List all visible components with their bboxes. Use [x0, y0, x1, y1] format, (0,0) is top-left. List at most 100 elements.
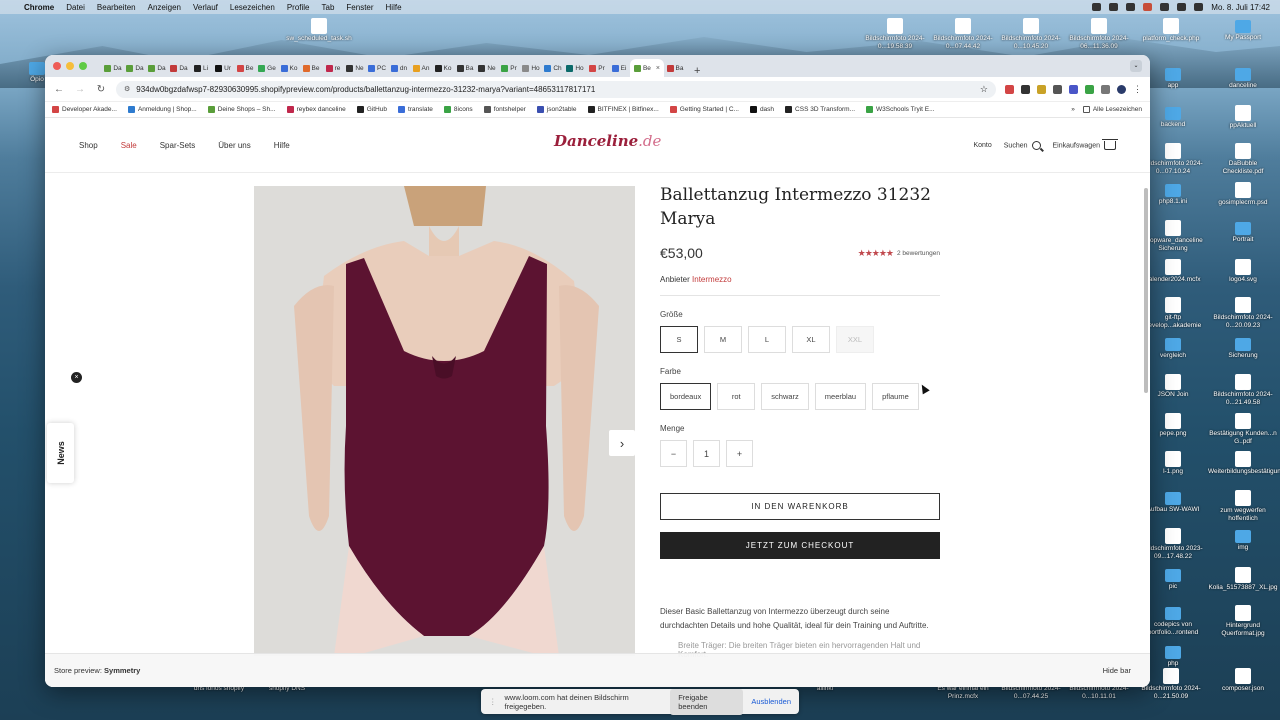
color-option-schwarz[interactable]: schwarz — [761, 383, 809, 410]
bookmark-item[interactable]: reybex danceline — [286, 106, 346, 113]
browser-tab[interactable]: Ne — [476, 59, 498, 77]
hide-bar-button[interactable]: Hide bar — [1103, 666, 1141, 675]
browser-tab[interactable]: Da — [168, 59, 190, 77]
plus-icon[interactable]: + — [726, 440, 753, 467]
desktop-icon[interactable]: img — [1208, 528, 1278, 552]
account-link[interactable]: Konto — [973, 142, 991, 149]
desktop-icon[interactable]: Sicherung — [1208, 336, 1278, 360]
browser-tab[interactable]: Be — [300, 59, 322, 77]
extension-icon[interactable] — [1021, 84, 1030, 94]
quantity-input[interactable]: 1 — [693, 440, 720, 467]
vendor-link[interactable]: Intermezzo — [692, 275, 732, 284]
desktop-icon[interactable]: Bildschirmfoto 2024-0...20.09.23 — [1208, 297, 1278, 330]
browser-tab[interactable]: Da — [146, 59, 168, 77]
menubar-item[interactable]: Tab — [322, 3, 335, 12]
drag-handle-icon[interactable]: ⋮ — [489, 697, 497, 706]
bookmark-item[interactable]: Deine Shops – Sh... — [207, 106, 276, 113]
color-option-rot[interactable]: rot — [717, 383, 756, 410]
tab-search-button[interactable]: ⌄ — [1130, 60, 1142, 72]
desktop-icon[interactable]: logo4.svg — [1208, 258, 1278, 284]
desktop-icon[interactable]: composer.json — [1208, 668, 1278, 693]
desktop-icon[interactable]: Portrait — [1208, 220, 1278, 244]
menubar-item[interactable]: Fenster — [346, 3, 373, 12]
menubar-item[interactable]: Bearbeiten — [97, 3, 136, 12]
profile-avatar[interactable] — [1117, 84, 1126, 94]
desktop-icon[interactable]: Bildschirmfoto 2024-0...10.45.20 — [996, 18, 1066, 51]
color-option-meerblau[interactable]: meerblau — [814, 383, 867, 410]
close-tab-icon[interactable]: × — [656, 65, 660, 72]
minimize-window-button[interactable] — [66, 62, 74, 70]
news-tab[interactable]: News — [47, 423, 74, 483]
more-menu-icon[interactable]: ⋮ — [1133, 84, 1142, 95]
bookmark-item[interactable]: json2table — [536, 106, 577, 113]
status-icon[interactable] — [1126, 3, 1136, 11]
desktop-icon[interactable]: DaBubble Checkliste.pdf — [1208, 143, 1278, 176]
desktop-icon[interactable]: gosimplecrm.psd — [1208, 181, 1278, 207]
color-option-pflaume[interactable]: pflaume — [872, 383, 919, 410]
browser-tab[interactable]: Da — [124, 59, 146, 77]
desktop-icon[interactable]: zum wegwerfen hoffentlich — [1208, 489, 1278, 523]
desktop-icon[interactable]: Bildschirmfoto 2024-06...11.36.09 — [1064, 18, 1134, 51]
desktop-icon[interactable]: Weiterbildungsbestätigung...giew.pdf — [1208, 451, 1280, 476]
extension-icon[interactable] — [1037, 84, 1046, 94]
puzzle-icon[interactable] — [1101, 84, 1110, 94]
browser-tab[interactable]: Ba — [664, 59, 686, 77]
nav-spar-sets[interactable]: Spar-Sets — [160, 141, 196, 150]
desktop-icon[interactable]: My Passport — [1208, 18, 1278, 42]
wifi-icon[interactable] — [1160, 3, 1170, 11]
nav-shop[interactable]: Shop — [79, 141, 98, 150]
extension-icon[interactable] — [1069, 84, 1078, 94]
desktop-icon[interactable]: sw_scheduled_task.sh — [284, 18, 354, 43]
desktop-icon[interactable]: danceline — [1208, 66, 1278, 90]
browser-tab[interactable]: PC — [366, 59, 388, 77]
zoom-window-button[interactable] — [79, 62, 87, 70]
bookmark-item[interactable]: CSS 3D Transform... — [785, 106, 855, 113]
size-option-xxl[interactable]: XXL — [836, 326, 874, 353]
menubar-item[interactable]: Anzeigen — [148, 3, 181, 12]
site-info-icon[interactable]: ⚙ — [124, 85, 130, 93]
desktop-icon[interactable]: ppAktuell — [1208, 104, 1278, 130]
size-option-s[interactable]: S — [660, 326, 698, 353]
page-scrollbar[interactable] — [1144, 188, 1148, 393]
desktop-icon[interactable]: Bildschirmfoto 2024-0...21.49.58 — [1208, 374, 1278, 407]
browser-tab[interactable]: Li — [190, 59, 212, 77]
browser-tab[interactable]: Ge — [256, 59, 278, 77]
browser-tab[interactable]: Ba — [454, 59, 476, 77]
status-icon[interactable] — [1109, 3, 1119, 11]
bookmark-item[interactable]: fontshelper — [483, 106, 526, 113]
cart-button[interactable]: Einkaufswagen — [1053, 138, 1118, 150]
bookmark-item[interactable]: Getting Started | C... — [669, 106, 739, 113]
site-logo[interactable]: Danceline.de — [554, 132, 661, 150]
bookmark-item[interactable]: 8icons — [443, 106, 473, 113]
browser-tab[interactable]: Da — [102, 59, 124, 77]
browser-tab[interactable]: dn — [388, 59, 410, 77]
browser-tab[interactable]: Ne — [344, 59, 366, 77]
browser-tab[interactable]: An — [410, 59, 432, 77]
size-option-l[interactable]: L — [748, 326, 786, 353]
browser-tab[interactable]: Pr — [498, 59, 520, 77]
close-window-button[interactable] — [53, 62, 61, 70]
nav-sale[interactable]: Sale — [121, 141, 137, 150]
browser-tab[interactable]: Ko — [278, 59, 300, 77]
nav-ueber-uns[interactable]: Über uns — [218, 141, 250, 150]
product-rating[interactable]: ★★★★★ 2 bewertungen — [858, 248, 940, 259]
url-bar[interactable]: ⚙ 934dw0bgzdafwsp7-82930630995.shopifypr… — [116, 80, 996, 98]
browser-tab[interactable]: Ho — [564, 59, 586, 77]
bookmark-item[interactable]: GitHub — [356, 106, 387, 113]
search-icon[interactable] — [1177, 3, 1187, 11]
menubar-clock[interactable]: Mo. 8. Juli 17:42 — [1211, 3, 1270, 12]
desktop-icon[interactable]: Hintergrund Querformat.jpg — [1208, 605, 1278, 638]
desktop-icon[interactable]: Kolia_51573887_XL.jpg — [1208, 566, 1278, 592]
browser-tab[interactable]: Ko — [432, 59, 454, 77]
product-image[interactable] — [254, 186, 635, 656]
hide-notification-button[interactable]: Ausblenden — [751, 697, 791, 706]
image-next-button[interactable]: › — [609, 430, 635, 456]
bookmark-item[interactable]: translate — [397, 106, 433, 113]
browser-tab[interactable]: re — [322, 59, 344, 77]
browser-tab[interactable]: Pr — [586, 59, 608, 77]
nav-hilfe[interactable]: Hilfe — [274, 141, 290, 150]
status-icon[interactable] — [1143, 3, 1153, 11]
extension-icon[interactable] — [1053, 84, 1062, 94]
menubar-item[interactable]: Hilfe — [386, 3, 402, 12]
search-button[interactable]: Suchen — [1004, 140, 1041, 150]
